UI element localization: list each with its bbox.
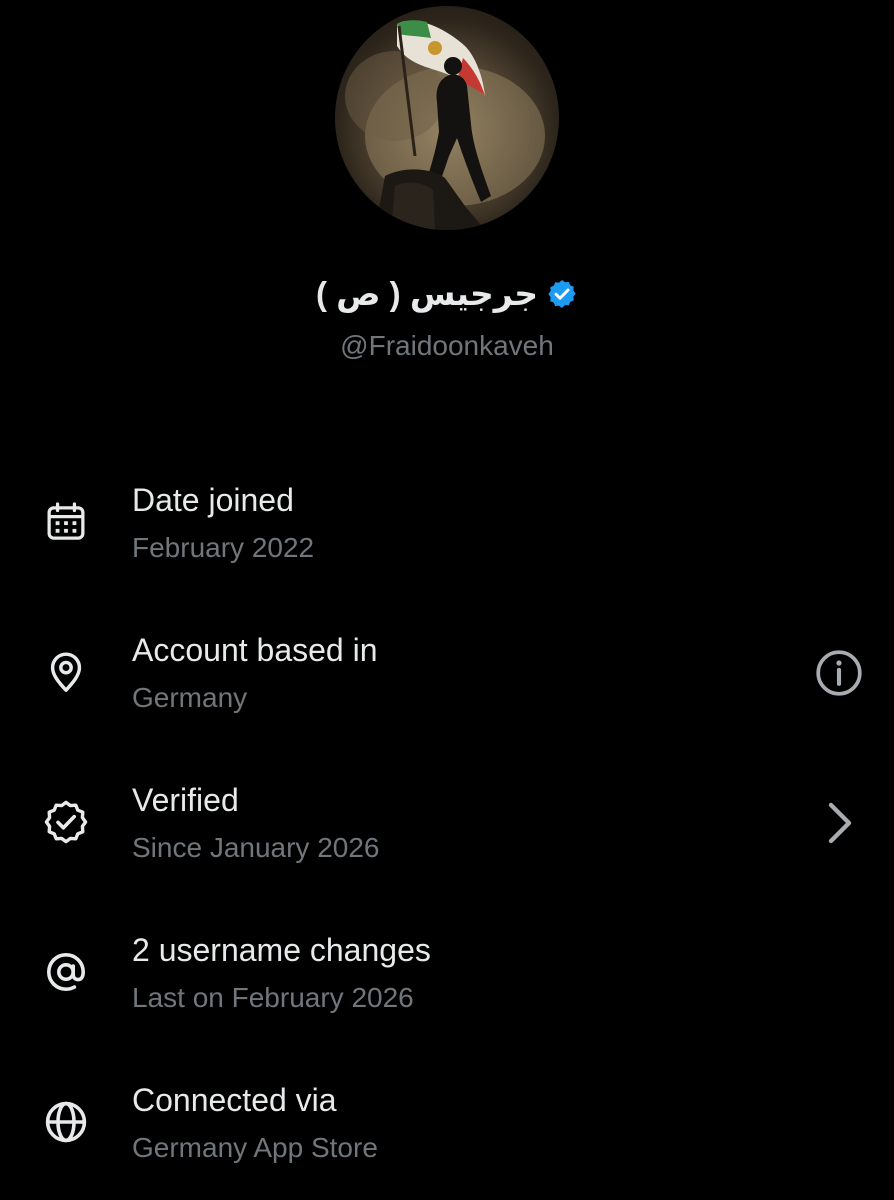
display-name-row: جرجیس ( ص ) [0, 272, 894, 316]
calendar-icon [38, 494, 94, 550]
about-item-title: Verified [132, 782, 239, 818]
about-item-title: Account based in [132, 632, 378, 668]
about-item-subtitle: Germany [132, 682, 248, 713]
about-item-title: Date joined [132, 482, 294, 518]
about-item-subtitle: February 2022 [132, 532, 315, 563]
display-name: جرجیس ( ص ) [315, 275, 539, 312]
about-item-subtitle: Last on February 2026 [132, 982, 414, 1013]
about-item-account-based-in: Account based in Germany [0, 620, 894, 750]
about-item-title: Connected via [132, 1082, 337, 1118]
verified-badge-icon [38, 794, 94, 850]
about-item-title: 2 username changes [132, 932, 431, 968]
about-item-subtitle: Germany App Store [132, 1132, 378, 1163]
about-item-subtitle: Since January 2026 [132, 832, 380, 863]
about-item-date-joined: Date joined February 2022 [0, 470, 894, 600]
verified-badge-icon[interactable] [546, 278, 578, 310]
avatar[interactable] [335, 6, 559, 230]
about-item-username-changes: 2 username changes Last on February 2026 [0, 920, 894, 1050]
chevron-right-icon[interactable] [808, 792, 870, 854]
about-item-connected-via: Connected via Germany App Store [0, 1070, 894, 1200]
at-sign-icon [38, 944, 94, 1000]
info-icon[interactable] [808, 642, 870, 704]
avatar-image [345, 20, 545, 230]
about-item-verified[interactable]: Verified Since January 2026 [0, 770, 894, 900]
location-pin-icon [38, 644, 94, 700]
globe-icon [38, 1094, 94, 1150]
username-handle: @Fraidoonkaveh [340, 330, 554, 361]
